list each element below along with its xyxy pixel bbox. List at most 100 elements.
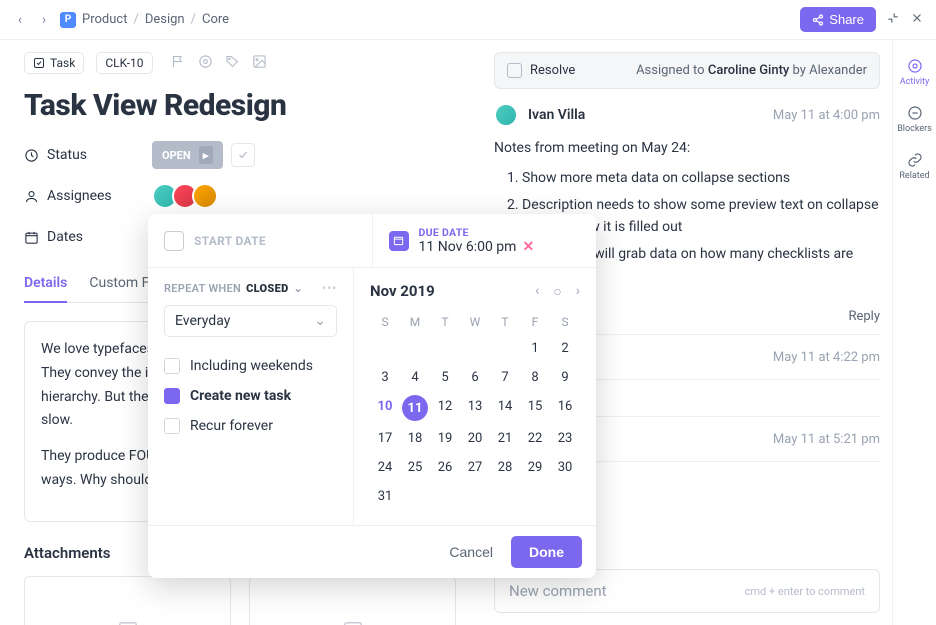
repeat-label[interactable]: REPEAT WHEN CLOSED ⌄ ••• xyxy=(164,282,337,295)
calendar-day[interactable]: 28 xyxy=(490,453,520,482)
breadcrumb-item[interactable]: Product xyxy=(82,12,127,27)
frequency-select[interactable]: Everyday⌄ xyxy=(164,305,337,337)
task-title[interactable]: Task View Redesign xyxy=(24,88,456,123)
calendar-day xyxy=(430,334,460,363)
sprint-icon[interactable] xyxy=(198,54,213,73)
calendar-day[interactable]: 18 xyxy=(400,424,430,453)
image-icon[interactable] xyxy=(252,54,267,73)
calendar-day[interactable]: 31 xyxy=(370,482,400,511)
task-toolbar: Task CLK-10 xyxy=(24,52,456,74)
cancel-button[interactable]: Cancel xyxy=(435,536,507,568)
calendar-day[interactable]: 8 xyxy=(520,363,550,392)
nav-back-icon[interactable]: ‹ xyxy=(12,12,28,28)
collapse-icon[interactable] xyxy=(886,11,900,29)
breadcrumb-item[interactable]: Core xyxy=(202,12,229,27)
new-comment-placeholder: New comment xyxy=(509,582,607,600)
calendar-day[interactable]: 24 xyxy=(370,453,400,482)
flag-icon[interactable] xyxy=(171,54,186,73)
calendar-day[interactable]: 13 xyxy=(460,392,490,424)
nav-forward-icon[interactable]: › xyxy=(36,12,52,28)
calendar-dow: T xyxy=(430,310,460,334)
calendar-day[interactable]: 9 xyxy=(550,363,580,392)
calendar-day[interactable]: 5 xyxy=(430,363,460,392)
calendar-day[interactable]: 14 xyxy=(490,392,520,424)
calendar-icon xyxy=(389,231,409,251)
tab-details[interactable]: Details xyxy=(24,265,67,303)
resolve-checkbox[interactable] xyxy=(507,63,522,78)
list-item: Show more meta data on collapse sections xyxy=(522,167,880,189)
calendar-day[interactable]: 12 xyxy=(430,392,460,424)
task-type-pill[interactable]: Task xyxy=(24,52,84,74)
rail-activity[interactable]: Activity xyxy=(893,48,936,95)
comment-author[interactable]: Ivan Villa xyxy=(528,107,585,123)
attachment-card[interactable] xyxy=(24,576,231,625)
calendar-day[interactable]: 6 xyxy=(460,363,490,392)
option-create-new-task[interactable]: Create new task xyxy=(164,381,337,411)
calendar-day[interactable]: 2 xyxy=(550,334,580,363)
calendar-next-icon[interactable]: › xyxy=(576,283,580,300)
calendar-day[interactable]: 7 xyxy=(490,363,520,392)
resolve-bar: Resolve Assigned to Caroline Ginty by Al… xyxy=(494,52,880,89)
calendar-day[interactable]: 16 xyxy=(550,392,580,424)
calendar-day xyxy=(490,334,520,363)
complete-checkbox[interactable] xyxy=(231,143,255,167)
chevron-down-icon[interactable]: ⌄ xyxy=(293,282,303,295)
done-button[interactable]: Done xyxy=(511,536,582,568)
calendar-day[interactable]: 10 xyxy=(370,392,400,424)
calendar-day[interactable]: 19 xyxy=(430,424,460,453)
calendar-dow: W xyxy=(460,310,490,334)
calendar-day[interactable]: 29 xyxy=(520,453,550,482)
calendar-day[interactable]: 25 xyxy=(400,453,430,482)
calendar-today-icon[interactable]: ○ xyxy=(553,283,561,300)
calendar-day[interactable]: 3 xyxy=(370,363,400,392)
tag-icon[interactable] xyxy=(225,54,240,73)
right-rail: Activity Blockers Related xyxy=(892,40,936,625)
comment-header: Ivan Villa May 11 at 4:00 pm xyxy=(494,103,880,127)
calendar-dow: T xyxy=(490,310,520,334)
option-recur-forever[interactable]: Recur forever xyxy=(164,411,337,441)
breadcrumb: P Product / Design / Core xyxy=(60,12,229,28)
calendar-day xyxy=(400,334,430,363)
share-button[interactable]: Share xyxy=(800,7,876,32)
resolve-label: Resolve xyxy=(530,63,575,78)
option-including-weekends[interactable]: Including weekends xyxy=(164,351,337,381)
calendar-dow: F xyxy=(520,310,550,334)
rail-blockers[interactable]: Blockers xyxy=(893,95,936,142)
avatar[interactable] xyxy=(192,183,218,209)
calendar-day[interactable]: 27 xyxy=(460,453,490,482)
project-icon: P xyxy=(60,12,76,28)
checkbox-checked-icon[interactable] xyxy=(164,388,180,404)
calendar-day[interactable]: 1 xyxy=(520,334,550,363)
calendar-day[interactable]: 21 xyxy=(490,424,520,453)
status-badge[interactable]: OPEN ▸ xyxy=(152,141,223,169)
close-icon[interactable] xyxy=(910,11,924,29)
calendar-day[interactable]: 20 xyxy=(460,424,490,453)
due-date-tab[interactable]: DUE DATE 11 Nov 6:00 pm✕ xyxy=(373,214,597,267)
calendar-day[interactable]: 23 xyxy=(550,424,580,453)
calendar-day[interactable]: 26 xyxy=(430,453,460,482)
calendar-day[interactable]: 30 xyxy=(550,453,580,482)
calendar-dow: M xyxy=(400,310,430,334)
calendar-day[interactable]: 15 xyxy=(520,392,550,424)
calendar-dow: S xyxy=(550,310,580,334)
calendar-day[interactable]: 4 xyxy=(400,363,430,392)
checkbox-icon[interactable] xyxy=(164,358,180,374)
calendar-prev-icon[interactable]: ‹ xyxy=(535,283,539,300)
start-date-tab[interactable]: START DATE xyxy=(148,214,373,267)
reply-link[interactable]: Reply xyxy=(848,309,880,324)
rail-related[interactable]: Related xyxy=(893,142,936,189)
avatar[interactable] xyxy=(494,103,518,127)
status-next-icon[interactable]: ▸ xyxy=(199,146,213,164)
calendar-day[interactable]: 11 xyxy=(402,395,428,421)
calendar-day[interactable]: 17 xyxy=(370,424,400,453)
assignee-avatars[interactable] xyxy=(152,183,218,209)
breadcrumb-item[interactable]: Design xyxy=(145,12,185,27)
calendar-month: Nov 2019 xyxy=(370,282,435,300)
recurrence-panel: REPEAT WHEN CLOSED ⌄ ••• Everyday⌄ Inclu… xyxy=(148,268,354,525)
task-id-pill[interactable]: CLK-10 xyxy=(96,52,152,74)
checkbox-icon[interactable] xyxy=(164,418,180,434)
clear-due-icon[interactable]: ✕ xyxy=(522,239,534,255)
attachment-card[interactable] xyxy=(249,576,456,625)
more-icon[interactable]: ••• xyxy=(322,282,337,295)
calendar-day[interactable]: 22 xyxy=(520,424,550,453)
